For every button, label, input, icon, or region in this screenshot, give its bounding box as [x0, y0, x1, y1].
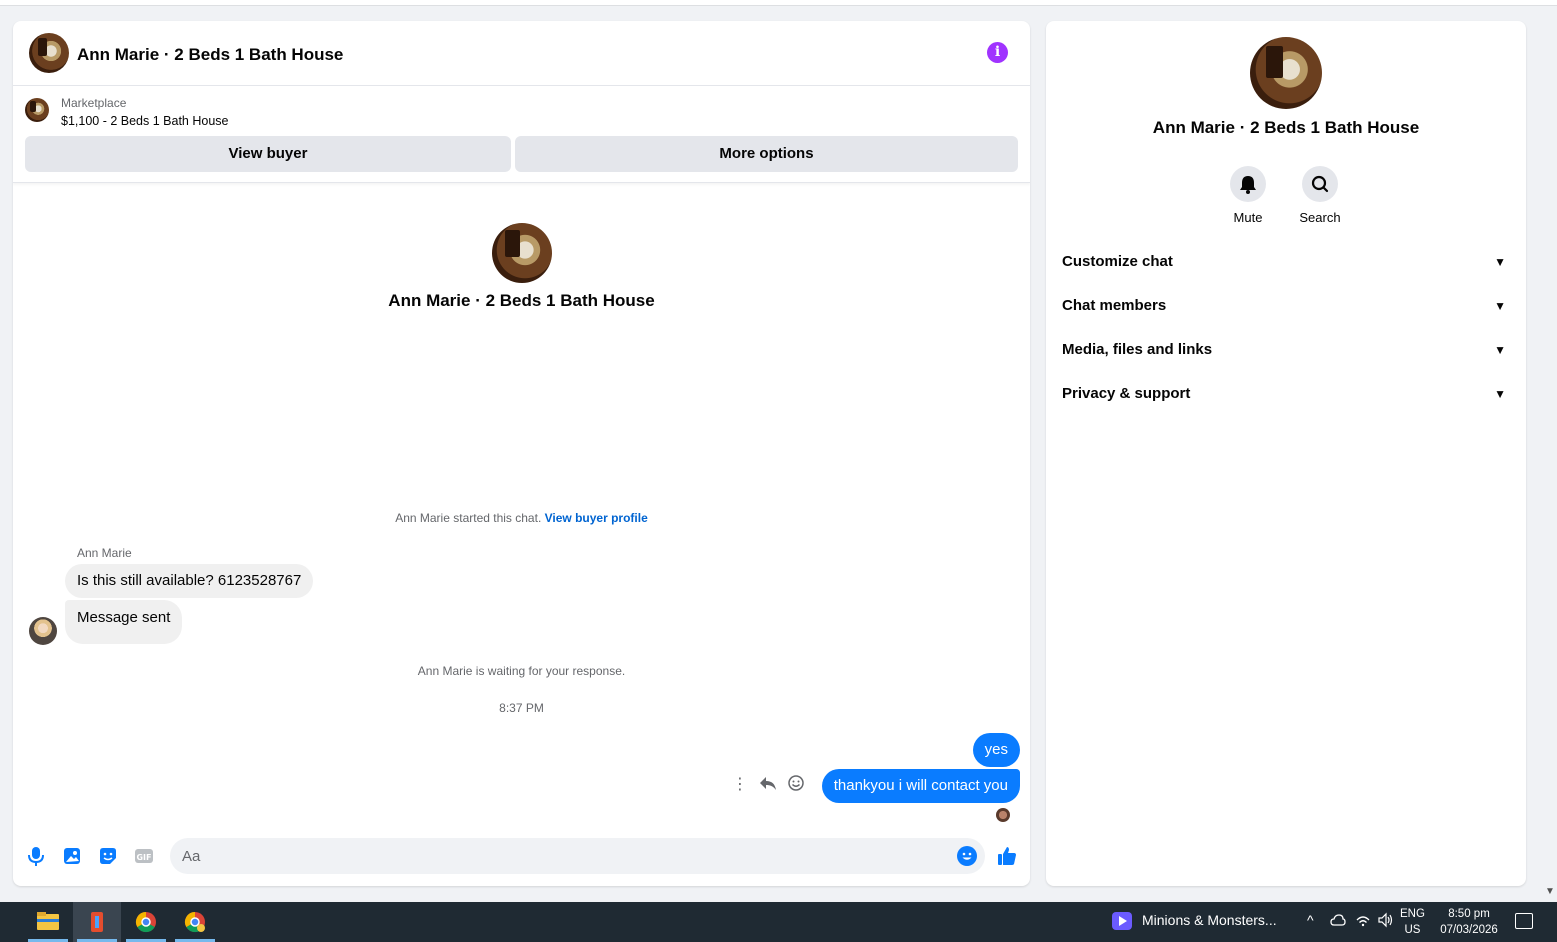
- react-icon[interactable]: [785, 774, 807, 796]
- like-icon[interactable]: [996, 845, 1018, 867]
- accordion-label: Chat members: [1062, 297, 1167, 314]
- reply-icon[interactable]: [757, 774, 779, 796]
- gif-icon[interactable]: GIF: [133, 845, 155, 867]
- accordion-label: Customize chat: [1062, 253, 1173, 270]
- emoji-icon[interactable]: [957, 846, 977, 866]
- language-indicator[interactable]: ENG US: [1400, 906, 1425, 938]
- accordion-media-files-links[interactable]: Media, files and links ▼: [1062, 330, 1510, 370]
- search-icon[interactable]: [1302, 166, 1338, 202]
- profile-avatar[interactable]: [1250, 37, 1322, 109]
- message-input-wrapper: [170, 838, 985, 874]
- accordion-chat-members[interactable]: Chat members ▼: [1062, 286, 1510, 326]
- marketplace-listing: Marketplace $1,100 - 2 Beds 1 Bath House…: [13, 87, 1030, 183]
- language-code: ENG: [1400, 908, 1425, 920]
- incoming-message[interactable]: Message sent: [65, 600, 183, 644]
- chat-panel: Ann Marie · 2 Beds 1 Bath House i Market…: [13, 21, 1030, 886]
- chat-title[interactable]: Ann Marie · 2 Beds 1 Bath House: [77, 45, 343, 65]
- volume-icon[interactable]: [1377, 912, 1395, 931]
- outgoing-message[interactable]: yes: [972, 733, 1020, 767]
- seen-indicator-avatar: [996, 808, 1010, 822]
- sender-name: Ann Marie: [77, 546, 132, 560]
- chevron-down-icon: ▼: [1494, 255, 1506, 269]
- chat-header: Ann Marie · 2 Beds 1 Bath House i: [13, 21, 1030, 86]
- file-explorer-icon[interactable]: [24, 902, 72, 942]
- view-buyer-button[interactable]: View buyer: [25, 136, 511, 172]
- page-scrollbar[interactable]: [1545, 0, 1557, 902]
- started-text: Ann Marie started this chat.: [395, 511, 542, 525]
- search-button[interactable]: Search: [1290, 166, 1350, 225]
- message-timestamp: 8:37 PM: [499, 701, 544, 715]
- browser-top-strip: [0, 0, 1557, 6]
- accordion-customize-chat[interactable]: Customize chat ▼: [1062, 242, 1510, 282]
- wifi-icon[interactable]: [1355, 912, 1371, 931]
- microphone-icon[interactable]: [25, 845, 47, 867]
- profile-name: Ann Marie · 2 Beds 1 Bath House: [1152, 118, 1420, 137]
- bell-icon[interactable]: [1230, 166, 1266, 202]
- accordion-label: Privacy & support: [1062, 385, 1191, 402]
- mute-button[interactable]: Mute: [1218, 166, 1278, 225]
- listing-source: Marketplace: [61, 96, 127, 110]
- waiting-notice: Ann Marie is waiting for your response.: [417, 664, 626, 678]
- message-composer: GIF: [13, 833, 1030, 883]
- keyboard-layout: US: [1404, 924, 1421, 936]
- chat-avatar[interactable]: [29, 33, 69, 73]
- clock-date: 07/03/2026: [1440, 924, 1498, 936]
- windows-taskbar: Minions & Monsters... ^ ENG US 8:50 pm 0…: [0, 902, 1557, 942]
- incoming-message[interactable]: Is this still available? 6123528767: [65, 564, 314, 598]
- cloud-sync-icon[interactable]: [1330, 912, 1346, 931]
- notification-center-icon[interactable]: [1515, 913, 1533, 929]
- chrome-profile-icon[interactable]: [171, 902, 219, 942]
- conversation-details-panel: Ann Marie · 2 Beds 1 Bath House Mute Sea…: [1046, 21, 1526, 886]
- search-label: Search: [1299, 210, 1341, 225]
- chevron-down-icon: ▼: [1494, 387, 1506, 401]
- chevron-down-icon: ▼: [1494, 343, 1506, 357]
- accordion-label: Media, files and links: [1062, 341, 1213, 358]
- media-widget[interactable]: Minions & Monsters...: [1112, 912, 1277, 931]
- listing-thumbnail[interactable]: [25, 98, 49, 122]
- listing-title[interactable]: $1,100 - 2 Beds 1 Bath House: [61, 114, 228, 128]
- mute-label: Mute: [1233, 210, 1263, 225]
- photo-icon[interactable]: [61, 845, 83, 867]
- message-input[interactable]: [182, 838, 942, 874]
- scroll-down-arrow-icon[interactable]: ▼: [1545, 886, 1555, 897]
- outgoing-message[interactable]: thankyou i will contact you: [821, 769, 1020, 803]
- media-play-icon: [1112, 912, 1132, 931]
- media-title: Minions & Monsters...: [1142, 912, 1277, 928]
- intro-name: Ann Marie · 2 Beds 1 Bath House: [388, 291, 655, 310]
- clock-time: 8:50 pm: [1448, 908, 1490, 920]
- more-options-button[interactable]: More options: [515, 136, 1018, 172]
- view-buyer-profile-link[interactable]: View buyer profile: [545, 511, 648, 525]
- app-icon[interactable]: [73, 902, 121, 942]
- system-clock[interactable]: 8:50 pm 07/03/2026: [1437, 906, 1501, 938]
- sender-avatar[interactable]: [29, 617, 57, 645]
- sticker-icon[interactable]: [97, 845, 119, 867]
- chat-started-notice: Ann Marie started this chat. View buyer …: [13, 511, 1030, 525]
- svg-text:GIF: GIF: [136, 853, 151, 862]
- tray-overflow-chevron-icon[interactable]: ^: [1307, 912, 1314, 928]
- accordion-privacy-support[interactable]: Privacy & support ▼: [1062, 374, 1510, 414]
- more-actions-icon[interactable]: ⋮: [729, 774, 751, 796]
- intro-avatar[interactable]: [492, 223, 552, 283]
- chevron-down-icon: ▼: [1494, 299, 1506, 313]
- chrome-icon[interactable]: [122, 902, 170, 942]
- info-icon[interactable]: i: [987, 42, 1008, 63]
